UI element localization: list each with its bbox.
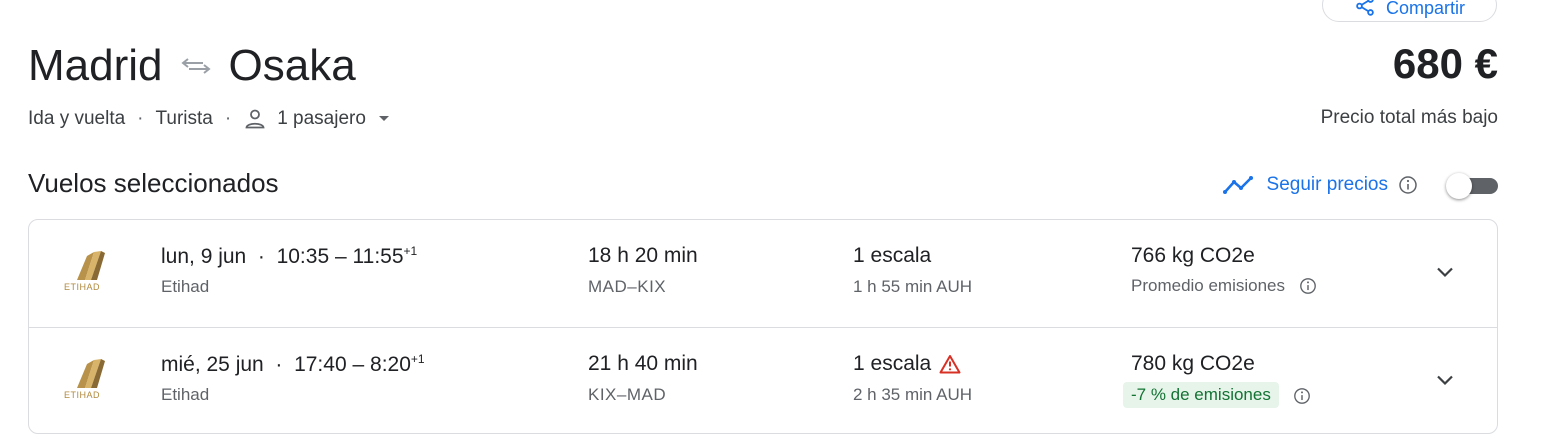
arrival-time: 11:55 (352, 245, 404, 268)
time-dash: – (334, 245, 347, 268)
price-tracking: Seguir precios (1222, 170, 1498, 200)
share-button[interactable]: Compartir (1322, 0, 1497, 22)
stops-label: 1 escala (853, 244, 932, 267)
destination-city: Osaka (228, 41, 356, 90)
origin-city: Madrid (28, 41, 163, 90)
emissions-label: Promedio emisiones (1131, 276, 1286, 295)
plus-days: +1 (403, 244, 418, 258)
co2-emissions: 780 kg CO2e (1131, 352, 1255, 375)
logo-wordmark: ETIHAD (64, 282, 101, 292)
info-icon[interactable] (1293, 387, 1311, 405)
plus-days: +1 (410, 352, 425, 366)
logo-wordmark: ETIHAD (64, 390, 101, 400)
chevron-down-icon[interactable] (1433, 368, 1457, 392)
flight-route: KIX–MAD (588, 385, 667, 404)
arrival-time: 8:20 (370, 353, 411, 376)
track-prices-label[interactable]: Seguir precios (1267, 174, 1388, 196)
warning-triangle-icon (939, 354, 961, 374)
flight-row[interactable]: ETIHAD mié, 25 jun · 17:40 – 8:20+1 Etih… (29, 327, 1497, 435)
separator-dot: · (275, 353, 283, 376)
stops-label: 1 escala (853, 352, 932, 375)
flight-date: mié, 25 jun (161, 353, 264, 376)
track-prices-toggle[interactable] (1446, 173, 1498, 199)
flight-date: lun, 9 jun (161, 245, 247, 268)
separator-dot: · (137, 108, 144, 129)
caret-down-icon (376, 114, 392, 124)
trip-type: Ida y vuelta (28, 108, 126, 129)
flight-times: lun, 9 jun · 10:35 – 11:55+1 (161, 244, 417, 269)
price-note: Precio total más bajo (1320, 107, 1498, 128)
swap-arrows-icon (179, 55, 213, 77)
section-title: Vuelos seleccionados (28, 168, 279, 198)
co2-emissions: 766 kg CO2e (1131, 244, 1255, 267)
route-title: Madrid Osaka (28, 38, 356, 94)
passenger-selector[interactable]: 1 pasajero (243, 108, 392, 130)
airline-name: Etihad (161, 385, 210, 404)
person-icon (243, 108, 267, 130)
flight-route: MAD–KIX (588, 277, 667, 296)
trip-summary: Ida y vuelta · Turista · 1 pasajero (28, 106, 392, 132)
flight-duration: 18 h 20 min (588, 244, 698, 267)
share-icon (1354, 0, 1376, 22)
lowest-price: 680 € (1392, 40, 1498, 87)
departure-time: 17:40 (294, 353, 347, 376)
time-dash: – (352, 353, 365, 376)
emissions-note: -7 % de emisiones (1123, 382, 1311, 408)
airline-name: Etihad (161, 277, 210, 296)
layover-info: 1 h 55 min AUH (853, 277, 973, 296)
emissions-note: Promedio emisiones (1131, 276, 1317, 296)
passenger-count: 1 pasajero (277, 108, 366, 129)
stops-count: 1 escala (853, 352, 961, 376)
stops-count: 1 escala (853, 244, 931, 268)
cabin-class: Turista (155, 108, 213, 129)
layover-info: 2 h 35 min AUH (853, 385, 973, 404)
etihad-logo: ETIHAD (61, 358, 117, 402)
separator-dot: · (257, 245, 265, 268)
departure-time: 10:35 (276, 245, 330, 268)
flight-times: mié, 25 jun · 17:40 – 8:20+1 (161, 352, 425, 377)
selected-flights-card: ETIHAD lun, 9 jun · 10:35 – 11:55+1 Etih… (28, 219, 1498, 434)
trending-line-icon (1222, 174, 1257, 196)
info-icon[interactable] (1398, 175, 1418, 195)
flight-duration: 21 h 40 min (588, 352, 698, 375)
chevron-down-icon[interactable] (1433, 260, 1457, 284)
toggle-knob (1446, 173, 1472, 199)
emissions-badge: -7 % de emisiones (1123, 382, 1279, 408)
share-label: Compartir (1385, 0, 1465, 18)
etihad-logo: ETIHAD (61, 250, 117, 294)
flight-row[interactable]: ETIHAD lun, 9 jun · 10:35 – 11:55+1 Etih… (29, 220, 1497, 327)
info-icon[interactable] (1299, 277, 1317, 295)
separator-dot: · (224, 108, 232, 129)
